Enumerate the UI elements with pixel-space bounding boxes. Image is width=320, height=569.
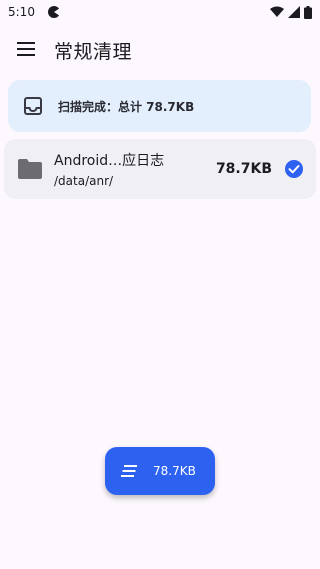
- clean-button[interactable]: 78.7KB: [105, 447, 215, 495]
- signal-icon: [288, 6, 300, 18]
- menu-button[interactable]: [2, 28, 50, 72]
- folder-icon: [16, 155, 44, 183]
- check-circle-icon[interactable]: [284, 159, 304, 179]
- status-icons: [270, 5, 312, 19]
- clean-button-label: 78.7KB: [153, 464, 196, 478]
- app-bar: 常规清理: [0, 28, 320, 72]
- battery-icon: [304, 5, 312, 19]
- scan-summary-card: 扫描完成：总计 78.7KB: [8, 80, 311, 132]
- file-info: Android…应日志 /data/anr/: [54, 150, 164, 188]
- clean-icon: [121, 462, 139, 480]
- wifi-icon: [270, 6, 284, 18]
- app-notification-icon: [47, 5, 61, 19]
- status-time: 5:10: [8, 5, 35, 19]
- status-bar: 5:10: [0, 0, 320, 24]
- scan-summary-text: 扫描完成：总计 78.7KB: [58, 99, 195, 114]
- file-list-item[interactable]: Android…应日志 /data/anr/ 78.7KB: [4, 139, 316, 199]
- menu-icon: [17, 41, 35, 60]
- file-name: Android…应日志: [54, 153, 165, 169]
- file-size: 78.7KB: [215, 161, 272, 177]
- inbox-icon: [22, 95, 44, 117]
- file-path: /data/anr/: [54, 174, 114, 188]
- page-title: 常规清理: [54, 40, 133, 63]
